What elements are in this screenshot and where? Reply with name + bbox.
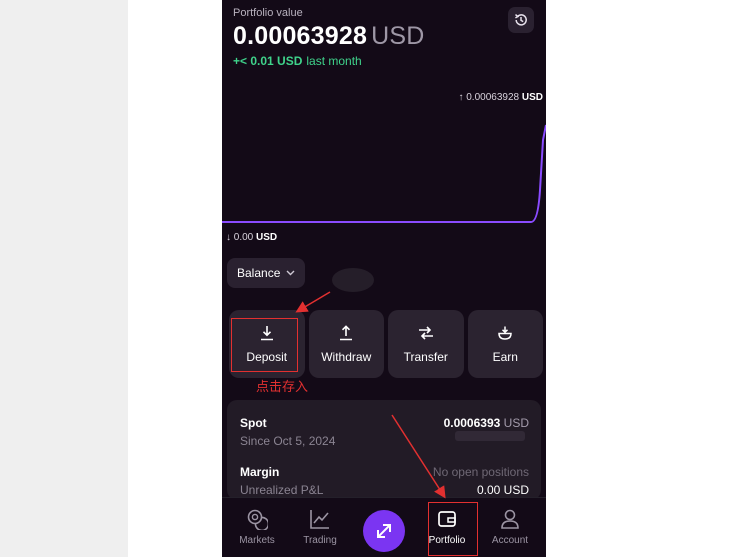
transfer-arrows-icon — [417, 324, 435, 342]
earn-button[interactable]: Earn — [467, 310, 543, 378]
withdraw-label: Withdraw — [321, 350, 372, 364]
chevron-down-icon — [286, 270, 295, 276]
bottom-nav: Markets Trading Portfolio Account — [222, 497, 546, 557]
portfolio-chart[interactable] — [222, 80, 546, 250]
nav-trading-label: Trading — [303, 535, 337, 546]
annotation-text: 点击存入 — [256, 379, 309, 394]
portfolio-change-amount: +< 0.01 USD — [233, 54, 303, 68]
balance-label: Balance — [237, 266, 281, 280]
portfolio-value: 0.00063928 USD — [233, 22, 424, 51]
portfolio-change: +< 0.01 USD last month — [233, 54, 362, 68]
earn-label: Earn — [492, 350, 518, 364]
margin-value: 0.00 USD — [476, 483, 529, 497]
deposit-highlight-box — [231, 318, 298, 372]
markets-icon — [247, 509, 268, 530]
nav-account[interactable]: Account — [480, 508, 540, 546]
balances-card: Spot Since Oct 5, 2024 0.0006393 USD Mar… — [227, 400, 541, 500]
nav-markets-label: Markets — [239, 535, 275, 546]
chart-min-label: ↓ 0.00 USD — [226, 232, 278, 243]
chart-line-icon — [310, 510, 329, 529]
history-button[interactable] — [508, 7, 534, 33]
blurred-smudge — [332, 268, 374, 292]
portfolio-change-period: last month — [306, 54, 362, 68]
transfer-button[interactable]: Transfer — [388, 310, 464, 378]
spot-value-amount: 0.0006393 — [443, 416, 501, 430]
history-icon — [515, 14, 527, 26]
spot-value: 0.0006393 USD — [444, 416, 529, 430]
portfolio-highlight-box — [428, 502, 478, 556]
blurred-fiat-value — [455, 431, 525, 441]
user-icon — [501, 509, 519, 529]
upload-icon — [337, 324, 355, 342]
swap-icon — [377, 524, 391, 538]
nav-account-label: Account — [491, 535, 529, 546]
portfolio-value-unit: USD — [371, 22, 425, 50]
portfolio-value-label: Portfolio value — [233, 7, 303, 19]
margin-status: No open positions — [432, 465, 529, 479]
earn-icon — [496, 324, 514, 342]
portfolio-chart-line — [222, 124, 546, 223]
left-background-panel — [0, 0, 128, 557]
margin-sub: Unrealized P&L — [240, 483, 324, 497]
balance-dropdown[interactable]: Balance — [227, 258, 306, 288]
chart-min-unit: USD — [256, 232, 278, 243]
spot-title: Spot — [240, 416, 267, 430]
chart-min-value: 0.00 — [233, 232, 254, 243]
nav-markets[interactable]: Markets — [227, 508, 287, 546]
portfolio-value-amount: 0.00063928 — [233, 22, 368, 50]
nav-trading[interactable]: Trading — [290, 508, 350, 546]
swap-button[interactable] — [363, 510, 405, 552]
spot-value-unit: USD — [503, 416, 529, 430]
withdraw-button[interactable]: Withdraw — [308, 310, 384, 378]
margin-title: Margin — [240, 465, 280, 479]
spot-since: Since Oct 5, 2024 — [240, 434, 336, 448]
transfer-label: Transfer — [403, 350, 448, 364]
phone-screen: Portfolio value 0.00063928 USD +< 0.01 US… — [222, 0, 546, 557]
